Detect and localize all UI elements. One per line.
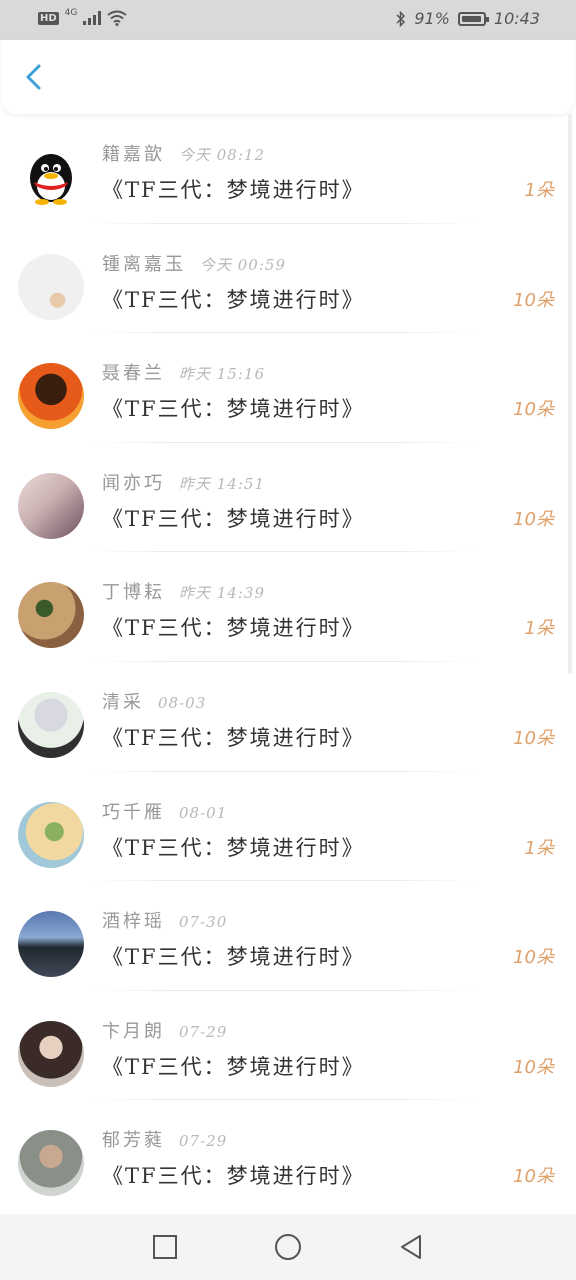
avatar	[18, 144, 84, 210]
send-time: 07-29	[179, 1132, 228, 1151]
send-time: 昨天 14:39	[179, 584, 265, 603]
network-type: 4G	[64, 8, 78, 18]
avatar	[18, 1130, 84, 1197]
square-icon[interactable]	[150, 1232, 180, 1262]
flower-count: 10朵	[513, 508, 554, 530]
status-left: HD 4G	[38, 8, 127, 26]
sender-name: 清采 08-03	[102, 691, 207, 713]
battery-icon	[457, 11, 489, 26]
work-title: 《TF三代：梦境进行时》	[102, 616, 365, 641]
sender-name: 郁芳蕤 07-29	[102, 1130, 228, 1152]
wifi-icon	[107, 10, 127, 26]
system-nav-bar	[0, 1214, 576, 1280]
flower-count: 10朵	[513, 947, 554, 969]
avatar	[18, 801, 84, 868]
list-item[interactable]: 丁博耘 昨天 14:39 《TF三代：梦境进行时》 1朵	[0, 552, 576, 662]
battery-percent: 91%	[414, 9, 450, 28]
triangle-back-icon[interactable]	[396, 1232, 426, 1262]
circle-icon[interactable]	[273, 1232, 303, 1262]
send-time: 08-03	[158, 693, 207, 712]
signal-icon	[83, 11, 102, 25]
work-title: 《TF三代：梦境进行时》	[102, 945, 365, 970]
list-item[interactable]: 郁芳蕤 07-29 《TF三代：梦境进行时》 10朵	[0, 1100, 576, 1210]
avatar	[18, 253, 84, 320]
sender-name: 籍嘉歆 今天 08:12	[102, 144, 265, 165]
gift-list: 籍嘉歆 今天 08:12 《TF三代：梦境进行时》 1朵 锺离嘉玉 今天 00:59…	[0, 114, 576, 1210]
flower-count: 1朵	[524, 180, 554, 201]
penguin-avatar-icon	[30, 154, 72, 205]
work-title: 《TF三代：梦境进行时》	[102, 287, 365, 312]
flower-count: 1朵	[524, 618, 554, 640]
work-title: 《TF三代：梦境进行时》	[102, 835, 365, 860]
work-title: 《TF三代：梦境进行时》	[102, 397, 365, 422]
flower-count: 10朵	[513, 727, 554, 749]
sender-name: 闻亦巧 昨天 14:51	[102, 472, 265, 494]
sender-name: 锺离嘉玉 今天 00:59	[102, 253, 286, 275]
chevron-left-icon[interactable]	[20, 62, 50, 92]
top-bar	[2, 40, 574, 114]
flower-count: 10朵	[513, 1166, 554, 1188]
list-item[interactable]: 清采 08-03 《TF三代：梦境进行时》 10朵	[0, 662, 576, 772]
send-time: 今天 08:12	[179, 146, 265, 164]
sender-name: 卞月朗 07-29	[102, 1020, 228, 1042]
work-title: 《TF三代：梦境进行时》	[102, 1054, 365, 1079]
avatar	[18, 472, 84, 539]
send-time: 07-29	[179, 1022, 228, 1041]
send-time: 昨天 14:51	[179, 474, 265, 493]
list-item[interactable]: 卞月朗 07-29 《TF三代：梦境进行时》 10朵	[0, 991, 576, 1101]
flower-count: 10朵	[513, 1056, 554, 1078]
avatar	[18, 691, 84, 758]
work-title: 《TF三代：梦境进行时》	[102, 725, 365, 750]
list-item[interactable]: 巧千雁 08-01 《TF三代：梦境进行时》 1朵	[0, 772, 576, 882]
send-time: 07-30	[179, 913, 228, 932]
avatar	[18, 582, 84, 649]
avatar	[18, 363, 84, 430]
send-time: 08-01	[179, 803, 228, 822]
flower-count: 1朵	[524, 837, 554, 859]
flower-count: 10朵	[513, 399, 554, 421]
send-time: 昨天 15:16	[179, 365, 265, 384]
bluetooth-icon	[396, 10, 406, 27]
work-title: 《TF三代：梦境进行时》	[102, 1164, 365, 1189]
list-item[interactable]: 酒梓瑶 07-30 《TF三代：梦境进行时》 10朵	[0, 881, 576, 991]
work-title: 《TF三代：梦境进行时》	[102, 178, 365, 202]
status-right: 91% 10:43	[396, 9, 540, 28]
list-item[interactable]: 聂春兰 昨天 15:16 《TF三代：梦境进行时》 10朵	[0, 333, 576, 443]
sender-name: 丁博耘 昨天 14:39	[102, 582, 265, 604]
flower-count: 10朵	[513, 289, 554, 311]
list-item[interactable]: 锺离嘉玉 今天 00:59 《TF三代：梦境进行时》 10朵	[0, 224, 576, 334]
sender-name: 巧千雁 08-01	[102, 801, 228, 823]
work-title: 《TF三代：梦境进行时》	[102, 506, 365, 531]
hd-badge: HD	[38, 11, 59, 25]
scrollbar[interactable]	[568, 114, 572, 674]
avatar	[18, 911, 84, 978]
list-item[interactable]: 闻亦巧 昨天 14:51 《TF三代：梦境进行时》 10朵	[0, 443, 576, 553]
avatar	[18, 1020, 84, 1087]
send-time: 今天 00:59	[200, 255, 286, 274]
sender-name: 聂春兰 昨天 15:16	[102, 363, 265, 385]
clock: 10:43	[493, 9, 540, 28]
sender-name: 酒梓瑶 07-30	[102, 911, 228, 933]
list-item[interactable]: 籍嘉歆 今天 08:12 《TF三代：梦境进行时》 1朵	[0, 114, 576, 224]
status-bar: HD 4G 91% 10:43	[0, 0, 576, 40]
